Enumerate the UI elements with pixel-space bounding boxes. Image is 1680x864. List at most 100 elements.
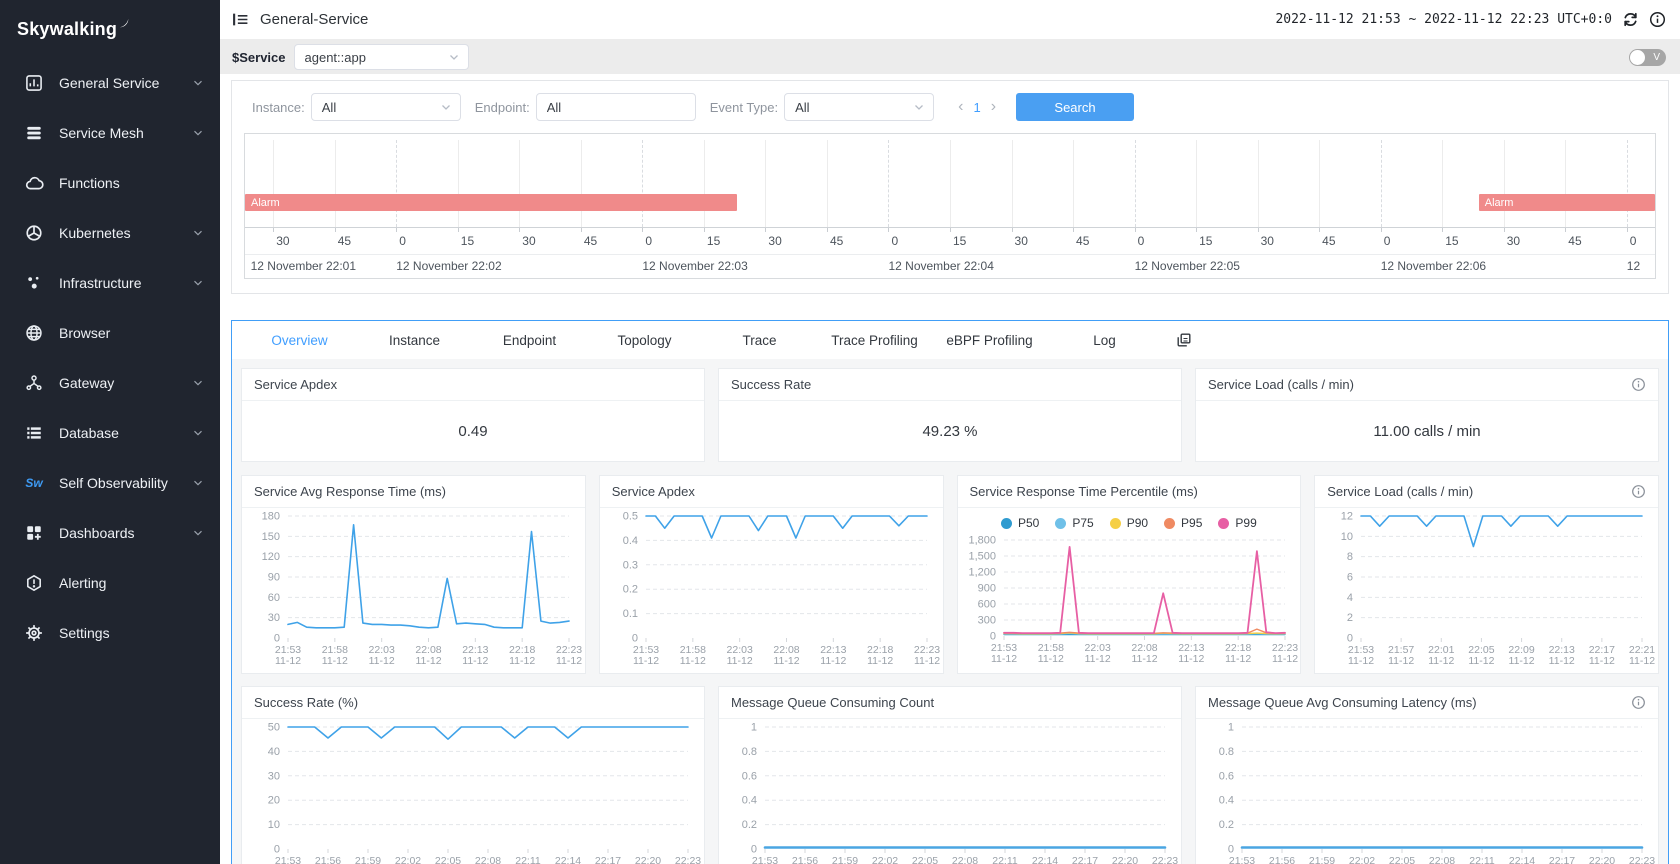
version-toggle[interactable]: V [1629,49,1666,66]
sidebar-item-browser[interactable]: Browser [0,308,220,358]
sidebar-item-functions[interactable]: Functions [0,158,220,208]
chart-area[interactable]: 10.80.60.40.2021:5311-1221:5611-1221:591… [1196,719,1658,864]
timeline-tick-label: 30 [522,234,535,248]
sidebar-item-service-mesh[interactable]: Service Mesh [0,108,220,158]
sidebar-item-settings[interactable]: Settings [0,608,220,658]
legend-dot-icon [1164,518,1175,529]
svg-text:22:17: 22:17 [1072,855,1098,864]
sidebar-item-label: Kubernetes [59,225,192,241]
metric-value: 11.00 calls / min [1196,401,1658,461]
alarm-bar[interactable]: Alarm [245,194,737,211]
timeline-grid[interactable]: Alarm Alarm [245,134,1655,228]
search-button[interactable]: Search [1016,93,1134,121]
svg-text:21:56: 21:56 [315,855,341,864]
chart-area[interactable]: P50P75P90P95P991,8001,5001,2009006003000… [958,508,1301,673]
alarm-bar[interactable]: Alarm [1479,194,1655,211]
svg-text:11-12: 11-12 [1589,655,1615,667]
sidebar: Skywalking General ServiceService MeshFu… [0,0,220,864]
tab-trace[interactable]: Trace [702,333,817,348]
sidebar-nav: General ServiceService MeshFunctions Kube… [0,58,220,658]
tab-instance[interactable]: Instance [357,333,472,348]
tab-log[interactable]: Log [1047,333,1162,348]
info-icon[interactable] [1631,377,1646,392]
timeline-gridline [642,140,643,227]
timeline-gridline [458,140,459,227]
cloud-icon [24,173,44,193]
svg-text:4: 4 [1347,592,1353,604]
refresh-icon[interactable] [1622,11,1639,28]
svg-text:600: 600 [977,599,995,611]
svg-text:30: 30 [268,770,280,782]
endpoint-input[interactable] [536,93,696,121]
event-type-select[interactable]: All [784,93,934,121]
chart-card-service-apdex: Service Apdex0.50.40.30.20.1021:5311-122… [599,475,944,674]
timeline-tick-label: 45 [1568,234,1581,248]
page-number[interactable]: 1 [973,100,980,115]
chart-area[interactable]: 5040302010021:5311-1221:5611-1221:5911-1… [242,719,704,864]
svg-text:22:23: 22:23 [1629,855,1655,864]
tab-ebpf-profiling[interactable]: eBPF Profiling [932,333,1047,348]
svg-text:21:59: 21:59 [832,855,858,864]
svg-text:11-12: 11-12 [914,655,940,667]
info-icon[interactable] [1631,484,1646,499]
legend-item-p99[interactable]: P99 [1218,516,1256,530]
sidebar-item-dashboards[interactable]: Dashboards [0,508,220,558]
info-icon[interactable] [1649,11,1666,28]
tab-overview[interactable]: Overview [242,333,357,348]
timeline-date-label: 12 November 22:01 [251,259,356,273]
prev-page-button[interactable]: ‹ [958,99,963,115]
svg-text:11-12: 11-12 [1469,655,1495,667]
skywalking-logo[interactable]: Skywalking [0,0,220,58]
sidebar-item-self-observability[interactable]: SwSelf Observability [0,458,220,508]
time-range-picker[interactable]: 2022-11-12 21:53 ~ 2022-11-12 22:23 UTC+… [1275,12,1612,27]
legend-item-p90[interactable]: P90 [1110,516,1148,530]
svg-text:0.4: 0.4 [1219,795,1234,807]
sidebar-item-gateway[interactable]: Gateway [0,358,220,408]
chart-area[interactable]: 0.50.40.30.20.1021:5311-1221:5811-1222:0… [600,508,943,673]
sidebar-item-general-service[interactable]: General Service [0,58,220,108]
timeline-dates: 12 November 22:0112 November 22:0212 Nov… [245,254,1655,278]
service-select[interactable]: agent::app [294,44,469,70]
svg-text:0.2: 0.2 [742,819,757,831]
svg-text:0.5: 0.5 [622,511,637,523]
svg-text:22:14: 22:14 [1032,855,1058,864]
tab-trace-profiling[interactable]: Trace Profiling [817,333,932,348]
timeline-tick-label: 15 [461,234,474,248]
chart-area[interactable]: 10.80.60.40.2021:5311-1221:5611-1221:591… [719,719,1181,864]
svg-text:0: 0 [1347,633,1353,645]
sidebar-item-database[interactable]: Database [0,408,220,458]
svg-text:22:02: 22:02 [872,855,898,864]
copy-dashboard-icon[interactable] [1176,332,1192,348]
timeline-gridline [396,140,397,227]
sidebar-item-kubernetes[interactable]: Kubernetes [0,208,220,258]
toggle-knob [1630,50,1645,65]
metric-value: 0.49 [242,401,704,461]
svg-text:0: 0 [751,844,757,856]
globe-icon [24,323,44,343]
info-icon[interactable] [1631,695,1646,710]
event-type-label: Event Type: [710,100,778,115]
chart-area[interactable]: 12108642021:5311-1221:5711-1222:0111-122… [1315,508,1658,673]
svg-text:0.8: 0.8 [1219,746,1234,758]
timeline-tick-label: 30 [1261,234,1274,248]
timeline-gridline [827,140,828,227]
tab-endpoint[interactable]: Endpoint [472,333,587,348]
chevron-down-icon [192,77,204,89]
legend-item-p50[interactable]: P50 [1001,516,1039,530]
legend-item-p95[interactable]: P95 [1164,516,1202,530]
svg-text:22:20: 22:20 [635,855,661,864]
collapse-sidebar-icon[interactable] [232,11,249,28]
sidebar-item-infrastructure[interactable]: Infrastructure [0,258,220,308]
timeline-gridline [1135,140,1136,227]
sidebar-item-alerting[interactable]: Alerting [0,558,220,608]
event-filter-card: Instance: All Endpoint: Event Type: All … [231,80,1669,294]
next-page-button[interactable]: › [991,99,996,115]
instance-select[interactable]: All [311,93,461,121]
legend-item-p75[interactable]: P75 [1055,516,1093,530]
timeline-tick-label: 0 [645,234,652,248]
chart-area[interactable]: 180150120906030021:5311-1221:5811-1222:0… [242,508,585,673]
timeline-tick-label: 45 [1322,234,1335,248]
tab-topology[interactable]: Topology [587,333,702,348]
timeline-tick-label: 0 [1384,234,1391,248]
svg-text:0: 0 [274,844,280,856]
